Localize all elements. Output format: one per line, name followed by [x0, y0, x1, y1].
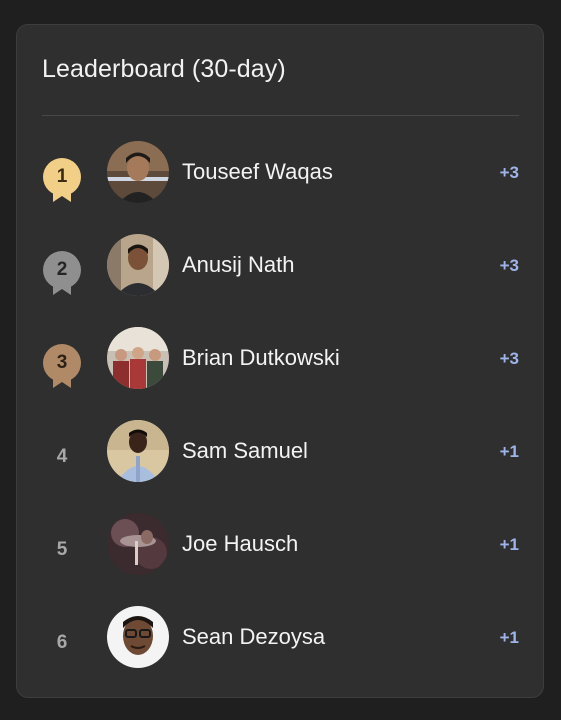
- user-name: Joe Hausch: [182, 531, 299, 556]
- leaderboard-row[interactable]: 2 Anusij Nath +3: [17, 222, 543, 315]
- leaderboard-card: Leaderboard (30-day) 1 Touseef Waqas +3 …: [16, 24, 544, 698]
- avatar: [107, 141, 169, 203]
- avatar: [107, 513, 169, 575]
- leaderboard-row[interactable]: 4 Sam Samuel +1: [17, 408, 543, 501]
- rank-number: 6: [56, 632, 68, 653]
- avatar: [107, 420, 169, 482]
- user-name: Touseef Waqas: [182, 159, 333, 184]
- user-name: Anusij Nath: [182, 252, 295, 277]
- user-name: Sam Samuel: [182, 438, 308, 463]
- leaderboard-row[interactable]: 3 Brian Dutkowski +3: [17, 315, 543, 408]
- leaderboard-title: Leaderboard (30-day): [42, 55, 286, 83]
- leaderboard-list: 1 Touseef Waqas +3 2 Anusij Nath +3 3 Br…: [17, 129, 543, 687]
- score: +3: [499, 256, 519, 275]
- silver-medal-icon: 2: [41, 250, 83, 296]
- user-name: Sean Dezoysa: [182, 624, 326, 649]
- avatar: [107, 606, 169, 668]
- avatar: [107, 234, 169, 296]
- user-name: Brian Dutkowski: [182, 345, 340, 370]
- gold-medal-icon: 1: [41, 157, 83, 203]
- rank-number: 5: [56, 539, 68, 560]
- rank-number: 3: [56, 352, 68, 373]
- divider: [42, 115, 519, 116]
- score: +3: [499, 349, 519, 368]
- leaderboard-row[interactable]: 6 Sean Dezoysa +1: [17, 594, 543, 687]
- rank-number: 2: [56, 259, 68, 280]
- leaderboard-row[interactable]: 5 Joe Hausch +1: [17, 501, 543, 594]
- avatar: [107, 327, 169, 389]
- score: +1: [499, 442, 519, 461]
- leaderboard-row[interactable]: 1 Touseef Waqas +3: [17, 129, 543, 222]
- bronze-medal-icon: 3: [41, 343, 83, 389]
- rank-number: 4: [56, 446, 68, 467]
- rank-number: 1: [56, 166, 68, 187]
- score: +1: [499, 628, 519, 647]
- score: +3: [499, 163, 519, 182]
- score: +1: [499, 535, 519, 554]
